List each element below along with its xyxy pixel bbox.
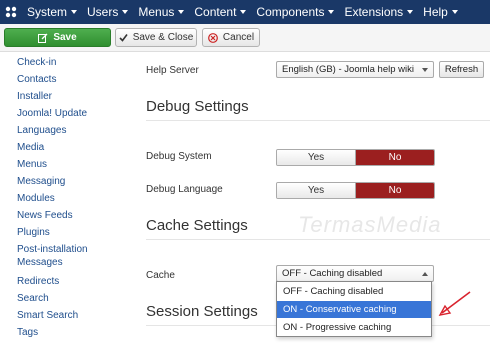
debug-system-yes-option[interactable]: Yes xyxy=(277,150,356,165)
cache-select[interactable]: OFF - Caching disabled xyxy=(276,265,434,282)
sidebar-item-check-in[interactable]: Check-in xyxy=(17,56,117,69)
menu-extensions[interactable]: Extensions xyxy=(339,0,418,24)
cache-option-progressive[interactable]: ON - Progressive caching xyxy=(277,319,431,336)
cancel-button-label: Cancel xyxy=(222,32,255,43)
chevron-down-icon xyxy=(178,10,185,14)
chevron-down-icon xyxy=(451,10,458,14)
sidebar: Check-in Contacts Installer Joomla! Upda… xyxy=(0,52,118,347)
menu-users[interactable]: Users xyxy=(82,0,133,24)
chevron-down-icon xyxy=(71,10,78,14)
debug-system-toggle: Yes No xyxy=(276,149,435,166)
watermark: TermasMedia xyxy=(298,212,442,237)
sidebar-item-redirects[interactable]: Redirects xyxy=(17,275,117,288)
menu-menus[interactable]: Menus xyxy=(133,0,189,24)
sidebar-item-modules[interactable]: Modules xyxy=(17,192,117,205)
sidebar-item-tags[interactable]: Tags xyxy=(17,326,117,339)
sidebar-item-post-installation-messages[interactable]: Post-installation Messages xyxy=(17,243,107,269)
sidebar-item-plugins[interactable]: Plugins xyxy=(17,226,117,239)
sidebar-item-smart-search[interactable]: Smart Search xyxy=(17,309,117,322)
joomla-logo-icon[interactable] xyxy=(0,0,22,24)
chevron-up-icon xyxy=(422,272,428,276)
save-button-label: Save xyxy=(53,32,77,43)
save-close-button[interactable]: Save & Close xyxy=(115,28,197,47)
debug-system-label: Debug System xyxy=(146,151,212,162)
debug-settings-heading: Debug Settings xyxy=(146,98,249,115)
cache-settings-heading: Cache Settings xyxy=(146,217,248,234)
divider xyxy=(146,239,490,240)
cache-dropdown-list: OFF - Caching disabled ON - Conservative… xyxy=(276,281,432,337)
help-server-select[interactable]: English (GB) - Joomla help wiki xyxy=(276,61,434,78)
cache-select-value: OFF - Caching disabled xyxy=(282,268,383,279)
cancel-button[interactable]: Cancel xyxy=(202,28,260,47)
chevron-down-icon xyxy=(407,10,414,14)
sidebar-item-media[interactable]: Media xyxy=(17,141,117,154)
debug-language-yes-option[interactable]: Yes xyxy=(277,183,356,198)
sidebar-item-contacts[interactable]: Contacts xyxy=(17,73,117,86)
sidebar-item-messaging[interactable]: Messaging xyxy=(17,175,117,188)
debug-system-no-option[interactable]: No xyxy=(356,150,434,165)
chevron-down-icon xyxy=(122,10,129,14)
debug-language-no-option[interactable]: No xyxy=(356,183,434,198)
cache-option-off[interactable]: OFF - Caching disabled xyxy=(277,283,431,300)
session-settings-heading: Session Settings xyxy=(146,303,258,320)
menu-system[interactable]: System xyxy=(22,0,82,24)
menu-components[interactable]: Components xyxy=(251,0,339,24)
sidebar-item-news-feeds[interactable]: News Feeds xyxy=(17,209,117,222)
annotation-arrow-icon xyxy=(438,291,471,316)
top-menubar: System Users Menus Content Components Ex… xyxy=(0,0,490,24)
sidebar-item-search[interactable]: Search xyxy=(17,292,117,305)
check-icon xyxy=(119,33,128,42)
chevron-down-icon xyxy=(422,68,428,72)
chevron-down-icon xyxy=(240,10,247,14)
sidebar-item-menus[interactable]: Menus xyxy=(17,158,117,171)
edit-icon xyxy=(38,33,48,43)
sidebar-item-joomla-update[interactable]: Joomla! Update xyxy=(17,107,117,120)
debug-language-label: Debug Language xyxy=(146,184,223,195)
toolbar: Save Save & Close Cancel xyxy=(0,24,490,52)
cache-label: Cache xyxy=(146,270,175,281)
menu-help[interactable]: Help xyxy=(418,0,463,24)
refresh-button[interactable]: Refresh xyxy=(439,61,484,78)
menu-content[interactable]: Content xyxy=(189,0,251,24)
chevron-down-icon xyxy=(328,10,335,14)
save-button[interactable]: Save xyxy=(4,28,111,47)
save-close-button-label: Save & Close xyxy=(132,32,194,43)
sidebar-item-languages[interactable]: Languages xyxy=(17,124,117,137)
help-server-select-value: English (GB) - Joomla help wiki xyxy=(282,64,414,75)
main-content: Help Server English (GB) - Joomla help w… xyxy=(118,52,490,347)
cache-option-conservative[interactable]: ON - Conservative caching xyxy=(277,301,431,318)
sidebar-item-installer[interactable]: Installer xyxy=(17,90,117,103)
cancel-circle-icon xyxy=(208,32,218,43)
divider xyxy=(146,120,490,121)
joomla-global-config-page: System Users Menus Content Components Ex… xyxy=(0,0,490,347)
debug-language-toggle: Yes No xyxy=(276,182,435,199)
help-server-label: Help Server xyxy=(146,65,199,76)
